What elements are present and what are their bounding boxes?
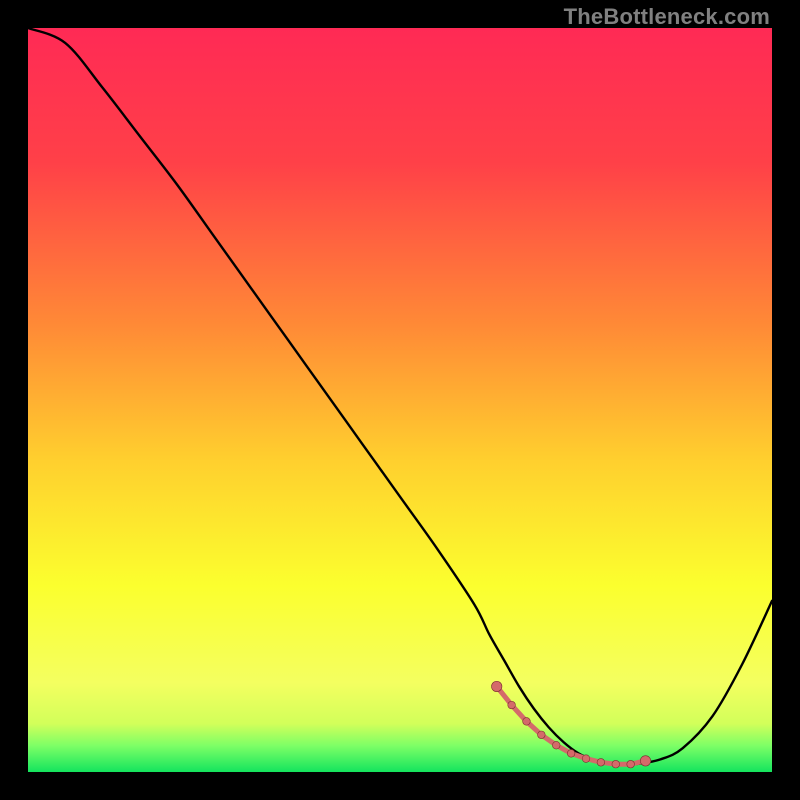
background-gradient <box>28 28 772 772</box>
watermark-text: TheBottleneck.com <box>564 4 770 30</box>
chart-frame: TheBottleneck.com <box>0 0 800 800</box>
plot-area <box>28 28 772 772</box>
